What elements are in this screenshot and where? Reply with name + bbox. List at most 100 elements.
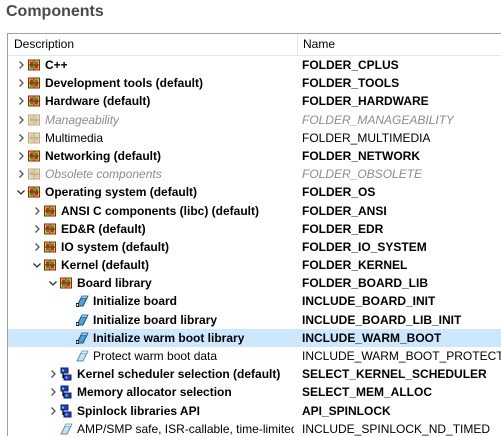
tree-row[interactable]: Initialize board INCLUDE_BOARD_INIT [8,292,501,310]
row-description: C++ [45,58,68,72]
tree-row[interactable]: Kernel (default) FOLDER_KERNEL [8,256,501,274]
row-name: SELECT_KERNEL_SCHEDULER [302,367,487,382]
folder-grid-icon [43,240,57,254]
tree-row[interactable]: Initialize board library INCLUDE_BOARD_LI… [8,311,501,329]
row-name: API_SPINLOCK [302,403,391,418]
row-name: INCLUDE_BOARD_INIT [302,294,436,309]
row-description: Spinlock libraries API [77,403,200,418]
row-name: INCLUDE_WARM_BOOT_PROTECT [302,349,501,363]
tree-row[interactable]: Spinlock libraries API API_SPINLOCK [8,402,501,420]
components-tree-table[interactable]: Description Name C++ FOLDER_CPLUS Developm… [7,33,501,436]
chevron-right-icon[interactable] [16,115,26,125]
panel-title: Components [6,3,104,20]
row-description: Initialize board library [93,312,218,327]
chevron-right-icon[interactable] [32,206,42,216]
row-description: ED&R (default) [61,221,146,236]
row-name: INCLUDE_WARM_BOOT [302,330,442,345]
row-description: Kernel (default) [61,258,150,273]
tree-row[interactable]: C++ FOLDER_CPLUS [8,56,501,74]
row-description: AMP/SMP safe, ISR-callable, time-limited [77,421,294,436]
tree-row[interactable]: ED&R (default) FOLDER_EDR [8,220,501,238]
row-name: INCLUDE_SPINLOCK_ND_TIMED [302,421,491,436]
row-name: FOLDER_OS [302,185,376,200]
row-description: Development tools (default) [45,76,204,91]
folder-grid-disabled-icon [27,113,41,127]
row-name: FOLDER_KERNEL [302,258,408,273]
row-description: Initialize warm boot library [93,330,245,345]
row-description: ANSI C components (libc) (default) [61,203,259,218]
component-available-icon [75,349,89,363]
tree-rows: C++ FOLDER_CPLUS Development tools (defaul… [8,56,501,436]
column-header-description[interactable]: Description [14,34,74,55]
folder-grid-icon [27,76,41,90]
tree-row[interactable]: Board library FOLDER_BOARD_LIB [8,274,501,292]
column-divider[interactable] [297,34,298,55]
chevron-right-icon[interactable] [16,133,26,143]
chevron-right-icon[interactable] [16,151,26,161]
selection-icon [59,367,73,381]
tree-row[interactable]: ANSI C components (libc) (default) FOLDER… [8,202,501,220]
chevron-down-icon[interactable] [16,187,26,197]
selection-icon [59,404,73,418]
folder-grid-icon [27,94,41,108]
selection-icon [59,385,73,399]
row-name: FOLDER_TOOLS [302,76,400,91]
row-name: FOLDER_MULTIMEDIA [302,130,431,145]
chevron-down-icon[interactable] [32,260,42,270]
tree-row[interactable]: Hardware (default) FOLDER_HARDWARE [8,92,501,110]
tree-row[interactable]: Manageability FOLDER_MANAGEABILITY [8,111,501,129]
component-included-icon [75,331,89,345]
tree-row[interactable]: Initialize warm boot library INCLUDE_WARM… [8,328,501,347]
row-name: FOLDER_NETWORK [302,148,420,163]
row-description: Networking (default) [45,148,161,163]
folder-grid-disabled-icon [27,131,41,145]
chevron-down-icon[interactable] [48,278,58,288]
tree-row[interactable]: Memory allocator selection SELECT_MEM_ALL… [8,383,501,401]
folder-grid-icon [27,58,41,72]
row-description: Multimedia [45,130,104,145]
row-name: FOLDER_BOARD_LIB [302,276,429,291]
tree-row[interactable]: Multimedia FOLDER_MULTIMEDIA [8,129,501,147]
chevron-right-icon[interactable] [48,387,58,397]
tree-row[interactable]: Kernel scheduler selection (default) SELE… [8,365,501,383]
column-header-name[interactable]: Name [303,34,335,55]
row-description: Memory allocator selection [77,385,232,400]
row-name: FOLDER_EDR [302,221,384,236]
row-description: Protect warm boot data [93,349,218,363]
tree-row[interactable]: IO system (default) FOLDER_IO_SYSTEM [8,238,501,256]
component-included-icon [75,313,89,327]
folder-grid-icon [43,204,57,218]
chevron-right-icon[interactable] [16,96,26,106]
chevron-right-icon[interactable] [32,224,42,234]
chevron-right-icon[interactable] [48,369,58,379]
row-description: Initialize board [93,294,178,309]
tree-row[interactable]: Operating system (default) FOLDER_OS [8,183,501,201]
folder-grid-icon [27,149,41,163]
tree-row[interactable]: Development tools (default) FOLDER_TOOLS [8,74,501,92]
chevron-right-icon[interactable] [16,78,26,88]
folder-grid-icon [43,222,57,236]
row-name: FOLDER_ANSI [302,203,387,218]
folder-grid-icon [27,185,41,199]
column-header: Description Name [8,34,501,56]
chevron-right-icon[interactable] [16,60,26,70]
row-name: FOLDER_MANAGEABILITY [302,112,455,127]
chevron-right-icon[interactable] [48,406,58,416]
row-description: Board library [77,276,152,291]
chevron-right-icon[interactable] [16,169,26,179]
row-description: Hardware (default) [45,94,151,109]
chevron-right-icon[interactable] [32,242,42,252]
row-name: FOLDER_CPLUS [302,58,399,72]
row-name: FOLDER_OBSOLETE [302,167,423,182]
row-name: FOLDER_HARDWARE [302,94,429,109]
row-name: SELECT_MEM_ALLOC [302,385,433,400]
tree-row[interactable]: AMP/SMP safe, ISR-callable, time-limited… [8,420,501,436]
tree-row[interactable]: Protect warm boot data INCLUDE_WARM_BOOT_… [8,347,501,365]
row-description: IO system (default) [61,239,170,254]
row-description: Obsolete components [45,167,162,182]
row-description: Manageability [45,112,120,127]
folder-grid-icon [59,276,73,290]
tree-row[interactable]: Networking (default) FOLDER_NETWORK [8,147,501,165]
row-name: INCLUDE_BOARD_LIB_INIT [302,312,462,327]
tree-row[interactable]: Obsolete components FOLDER_OBSOLETE [8,165,501,183]
